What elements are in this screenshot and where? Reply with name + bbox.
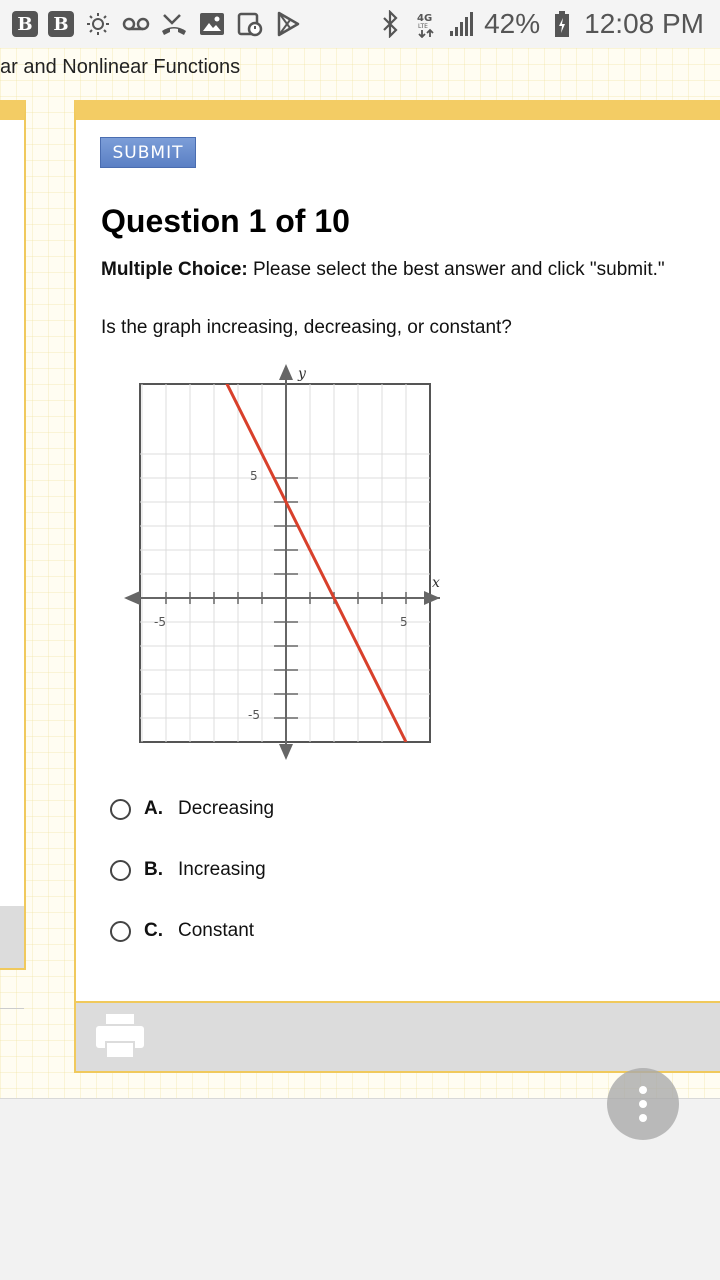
- previous-card: [0, 100, 26, 970]
- missed-call-icon: [160, 10, 188, 38]
- status-bar: B B 4G LTE 42% 12:08 PM: [0, 0, 720, 48]
- x-tick-label-neg: -5: [154, 615, 166, 629]
- y-axis-arrow-up: [279, 364, 293, 380]
- option-a-letter: A.: [144, 798, 163, 819]
- calendar-icon: [236, 10, 264, 38]
- question-title: Question 1 of 10: [101, 203, 350, 239]
- sun-icon: [84, 10, 112, 38]
- more-options-button[interactable]: [607, 1068, 679, 1140]
- y-tick-label-neg: -5: [248, 708, 260, 722]
- option-b-label: Increasing: [178, 859, 266, 880]
- option-a-label: Decreasing: [178, 798, 275, 819]
- x-axis-arrow-right: [424, 591, 440, 605]
- option-c[interactable]: C. Constant: [110, 920, 254, 942]
- question-text: Is the graph increasing, decreasing, or …: [101, 317, 512, 338]
- more-dot-icon: [639, 1114, 647, 1122]
- battery-percent: 42%: [484, 8, 541, 39]
- x-axis-label: x: [432, 575, 440, 591]
- radio-a[interactable]: [110, 798, 131, 820]
- option-b-letter: B.: [144, 859, 163, 880]
- battery-icon: [548, 10, 576, 38]
- more-dot-icon: [639, 1100, 647, 1108]
- bluetooth-icon: [376, 10, 404, 38]
- clock: 12:08 PM: [584, 8, 704, 39]
- question-instruction: Multiple Choice: Please select the best …: [101, 259, 665, 281]
- image-icon: [198, 10, 226, 38]
- breadcrumb: ar and Nonlinear Functions: [0, 56, 241, 78]
- option-c-letter: C.: [144, 920, 163, 941]
- previous-card-footer: [0, 906, 24, 968]
- question-type-label: Multiple Choice:: [101, 259, 248, 280]
- option-a[interactable]: A. Decreasing: [110, 798, 274, 820]
- bottom-area: [0, 1098, 720, 1280]
- play-store-icon: [274, 10, 302, 38]
- radio-b[interactable]: [110, 859, 131, 881]
- network-4g-icon: 4G LTE: [412, 10, 440, 38]
- y-tick-label-pos: 5: [250, 469, 258, 483]
- divider: [0, 1008, 24, 1009]
- y-axis-label: y: [297, 366, 307, 382]
- option-c-label: Constant: [178, 920, 255, 941]
- instruction-text: Please select the best answer and click …: [247, 259, 665, 280]
- option-b[interactable]: B. Increasing: [110, 859, 266, 881]
- radio-c[interactable]: [110, 920, 131, 942]
- y-axis-arrow-down: [279, 744, 293, 760]
- submit-button[interactable]: SUBMIT: [100, 137, 196, 168]
- b-app-badge-2: B: [48, 11, 74, 37]
- x-tick-label-pos: 5: [400, 615, 408, 629]
- print-icon[interactable]: [96, 1014, 144, 1059]
- b-app-badge: B: [12, 11, 38, 37]
- signal-icon: [448, 10, 476, 38]
- svg-text:LTE: LTE: [418, 23, 428, 30]
- card-footer: [76, 1001, 720, 1071]
- more-dot-icon: [639, 1086, 647, 1094]
- voicemail-icon: [122, 10, 150, 38]
- coordinate-graph: y x -5 5 5 -5: [124, 364, 440, 760]
- x-axis-arrow-left: [124, 591, 140, 605]
